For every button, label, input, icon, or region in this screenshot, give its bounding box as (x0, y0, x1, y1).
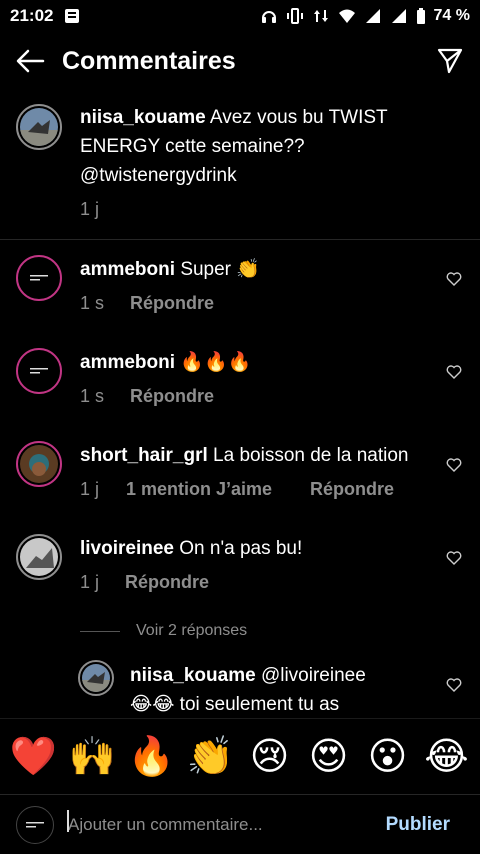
view-replies-button[interactable]: Voir 2 réponses (80, 620, 247, 642)
caption-username[interactable]: niisa_kouame (80, 107, 206, 128)
reply-body: 😂😂 toi seulement tu as (130, 694, 340, 715)
emoji-laughing[interactable]: 😂 (420, 738, 474, 776)
comment-username[interactable]: livoireinee (80, 538, 174, 559)
like-heart-icon[interactable] (446, 364, 462, 380)
caption-time: 1 j (80, 199, 100, 219)
back-button[interactable] (0, 36, 60, 86)
headphones-icon (261, 11, 276, 23)
data-transfer-icon (313, 10, 328, 22)
arrow-left-icon (16, 49, 45, 73)
caption-text: niisa_kouame Avez vous bu TWIST ENERGY c… (80, 103, 388, 190)
battery-icon (416, 8, 425, 24)
comment-meta: 1 j Répondre (80, 572, 209, 593)
reply-username[interactable]: niisa_kouame (130, 665, 256, 686)
emoji-heart[interactable]: ❤️ (7, 738, 61, 776)
avatar-image (20, 538, 58, 576)
comment-body: On n'a pas bu! (179, 538, 303, 559)
like-heart-icon[interactable] (446, 677, 462, 693)
avatar[interactable] (16, 534, 62, 580)
comment-body: Super 👏 (180, 259, 260, 280)
reply-button[interactable]: Répondre (125, 572, 209, 593)
comment-username[interactable]: ammeboni (80, 259, 175, 280)
avatar[interactable] (16, 255, 62, 301)
comment-meta: 1 s Répondre (80, 386, 214, 407)
comment-meta: 1 s Répondre (80, 293, 214, 314)
status-time: 21:02 (10, 6, 54, 25)
caption-mention[interactable]: @twistenergydrink (80, 161, 388, 190)
emoji-crying[interactable]: 😢 (243, 738, 297, 776)
caption-line-2: ENERGY cette semaine?? (80, 136, 305, 157)
share-button[interactable] (420, 36, 480, 86)
signal-icon (365, 9, 380, 23)
avatar-image (82, 664, 110, 692)
brand-logo-icon (20, 352, 58, 390)
emoji-quick-bar: ❤️ 🙌 🔥 👏 😢 😍 😮 😂 (0, 718, 480, 794)
avatar-image (20, 108, 58, 146)
avatar[interactable] (16, 441, 62, 487)
header: Commentaires (0, 36, 480, 86)
emoji-fire[interactable]: 🔥 (125, 738, 179, 776)
emoji-raising-hands[interactable]: 🙌 (66, 738, 120, 776)
user-avatar (16, 805, 54, 844)
comment-text: ammeboni Super 👏 (80, 255, 260, 284)
reply-button[interactable]: Répondre (130, 293, 214, 314)
comment-time: 1 j (80, 479, 100, 499)
reply-mention[interactable]: @livoireinee (261, 665, 366, 686)
battery-level: 74 % (433, 7, 470, 24)
avatar[interactable] (16, 348, 62, 394)
publish-button[interactable]: Publier (386, 814, 450, 836)
avatar[interactable] (16, 104, 62, 150)
comment-time: 1 j (80, 572, 100, 592)
view-replies-label: Voir 2 réponses (136, 622, 248, 639)
comment-username[interactable]: ammeboni (80, 352, 175, 373)
comment-body: La boisson de la nation (213, 445, 409, 466)
emoji-clapping[interactable]: 👏 (184, 738, 238, 776)
reply-text: niisa_kouame @livoireinee 😂😂 toi seuleme… (130, 661, 366, 719)
notification-icon (65, 9, 80, 23)
avatar-image (20, 445, 58, 483)
send-icon (437, 48, 463, 74)
comment-input[interactable] (68, 814, 358, 835)
comment-time: 1 s (80, 293, 105, 313)
like-heart-icon[interactable] (446, 457, 462, 473)
wifi-icon (338, 9, 355, 23)
page-title: Commentaires (62, 46, 236, 75)
comment-text: short_hair_grl La boisson de la nation (80, 441, 408, 470)
brand-logo-icon (26, 821, 44, 827)
signal-icon (391, 9, 406, 23)
comment-text: livoireinee On n'a pas bu! (80, 534, 302, 563)
comment-composer: Publier (0, 794, 480, 854)
emoji-surprised[interactable]: 😮 (361, 738, 415, 776)
avatar[interactable] (78, 660, 114, 696)
brand-logo-icon (20, 259, 58, 297)
reply-button[interactable]: Répondre (130, 386, 214, 407)
reply-button[interactable]: Répondre (310, 479, 394, 500)
vibrate-icon (286, 8, 303, 24)
comment-meta: 1 j 1 mention J’aime Répondre (80, 479, 394, 500)
caption-line-1: Avez vous bu TWIST (209, 107, 388, 128)
emoji-heart-eyes[interactable]: 😍 (302, 738, 356, 776)
comment-text: ammeboni 🔥🔥🔥 (80, 348, 251, 377)
like-heart-icon[interactable] (446, 550, 462, 566)
text-cursor (67, 810, 69, 832)
caption: niisa_kouame Avez vous bu TWIST ENERGY c… (0, 100, 480, 240)
status-bar: 21:02 74 % (0, 0, 480, 32)
caption-meta: 1 j (80, 199, 99, 220)
divider (80, 630, 120, 632)
likes-count[interactable]: 1 mention J’aime (126, 479, 310, 500)
comment-time: 1 s (80, 386, 105, 406)
comment-username[interactable]: short_hair_grl (80, 445, 208, 466)
comment-body: 🔥🔥🔥 (180, 352, 252, 373)
like-heart-icon[interactable] (446, 271, 462, 287)
